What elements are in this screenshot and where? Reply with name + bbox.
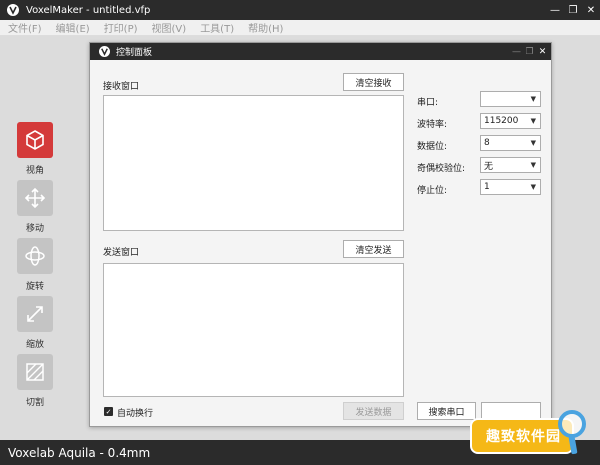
app-titlebar: VoxelMaker - untitled.vfp — ❐ ✕ [0,0,600,20]
baud-label: 波特率: [417,120,448,130]
menu-tools[interactable]: 工具(T) [192,20,240,35]
magnifier-icon [558,410,586,438]
stopbits-select[interactable]: 1 ▼ [480,179,541,195]
stopbits-label: 停止位: [417,186,448,196]
clear-send-button[interactable]: 清空发送 [343,240,404,258]
baud-select[interactable]: 115200 ▼ [480,113,541,129]
site-watermark: 趣致软件园 [466,410,594,462]
menu-help[interactable]: 帮助(H) [240,20,289,35]
maximize-button[interactable]: ❐ [564,0,582,20]
tool-rotate[interactable]: 旋转 [14,238,56,296]
menu-bar: 文件(F) 编辑(E) 打印(P) 视图(V) 工具(T) 帮助(H) [0,20,600,36]
send-textarea[interactable] [103,263,404,397]
stopbits-value: 1 [484,182,490,192]
baud-value: 115200 [484,116,519,126]
cube-icon[interactable] [17,122,53,158]
databits-label: 数据位: [417,142,448,152]
chevron-down-icon: ▼ [530,161,536,169]
cut-icon[interactable] [17,354,53,390]
clear-receive-button[interactable]: 清空接收 [343,73,404,91]
menu-print[interactable]: 打印(P) [96,20,144,35]
tool-rotate-label: 旋转 [25,282,44,292]
chevron-down-icon: ▼ [530,183,536,191]
send-window-label: 发送窗口 [103,248,140,258]
chevron-down-icon: ▼ [530,117,536,125]
dialog-minimize-button[interactable]: — [510,43,523,60]
databits-value: 8 [484,138,490,148]
printer-profile: Voxelab Aquila - 0.4mm [8,445,151,460]
control-panel-dialog: 控制面板 — ❐ ✕ 接收窗口 清空接收 发送窗口 清空发送 ✓ 自动换行 发送… [89,42,552,427]
menu-view[interactable]: 视图(V) [144,20,193,35]
parity-label: 奇偶校验位: [417,164,466,174]
dialog-close-button[interactable]: ✕ [536,43,549,60]
parity-select[interactable]: 无 ▼ [480,157,541,173]
tool-view-label: 视角 [25,166,44,176]
tool-view[interactable]: 视角 [14,122,56,180]
tool-scale[interactable]: 缩放 [14,296,56,354]
auto-wrap-label: 自动换行 [117,409,154,419]
scale-icon[interactable] [17,296,53,332]
voxelmaker-logo-icon [98,46,110,58]
tool-move-label: 移动 [25,224,44,234]
port-label: 串口: [417,98,439,108]
move-arrows-icon[interactable] [17,180,53,216]
close-button[interactable]: ✕ [582,0,600,20]
dialog-titlebar: 控制面板 — ❐ ✕ [90,43,551,60]
receive-window-label: 接收窗口 [103,82,140,92]
receive-textarea[interactable] [103,95,404,231]
dialog-title: 控制面板 [116,48,153,58]
tool-move[interactable]: 移动 [14,180,56,238]
menu-edit[interactable]: 编辑(E) [48,20,96,35]
voxelmaker-logo-icon [6,3,20,17]
chevron-down-icon: ▼ [530,139,536,147]
menu-file[interactable]: 文件(F) [0,20,48,35]
tool-cut-label: 切割 [25,398,44,408]
rotate-icon[interactable] [17,238,53,274]
send-data-button[interactable]: 发送数据 [343,402,404,420]
window-title: VoxelMaker - untitled.vfp [26,4,151,16]
watermark-text: 趣致软件园 [486,429,561,445]
left-toolbar: 视角 移动 旋转 缩放 切割 [14,122,56,412]
parity-value: 无 [484,161,494,172]
port-select[interactable]: ▼ [480,91,541,107]
dialog-maximize-button[interactable]: ❐ [523,43,536,60]
databits-select[interactable]: 8 ▼ [480,135,541,151]
chevron-down-icon: ▼ [530,95,536,103]
auto-wrap-checkbox[interactable]: ✓ [104,407,113,416]
minimize-button[interactable]: — [546,0,564,20]
tool-cut[interactable]: 切割 [14,354,56,412]
tool-scale-label: 缩放 [25,340,44,350]
